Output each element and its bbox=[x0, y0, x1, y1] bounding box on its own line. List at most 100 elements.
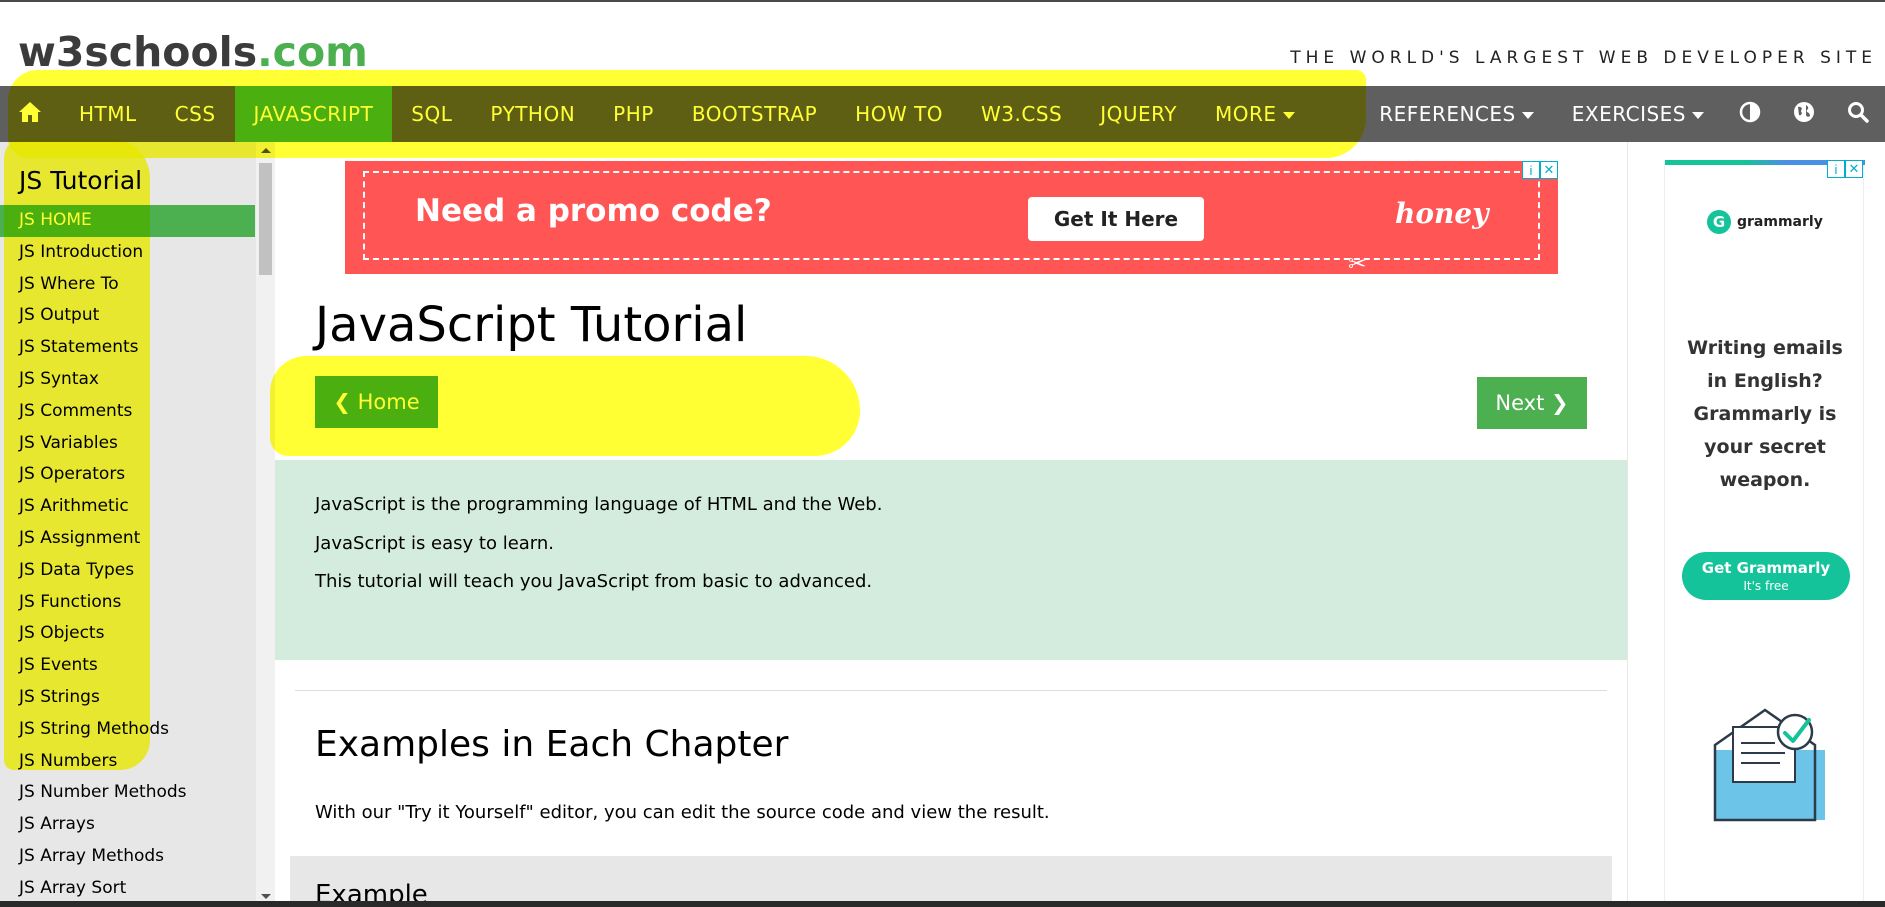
ad-info-icon[interactable]: i bbox=[1522, 161, 1540, 179]
nav-item-howto[interactable]: HOW TO bbox=[836, 86, 962, 142]
sidebar-item-array-methods[interactable]: JS Array Methods bbox=[0, 841, 255, 873]
sidebar-item-comments[interactable]: JS Comments bbox=[0, 396, 255, 428]
example-box: Example bbox=[290, 856, 1612, 907]
home-button[interactable]: ❮ Home bbox=[315, 376, 438, 428]
sidebar-item-data-types[interactable]: JS Data Types bbox=[0, 555, 255, 587]
sidebar-item-number-methods[interactable]: JS Number Methods bbox=[0, 777, 255, 809]
ad-message-line: your secret bbox=[1704, 436, 1826, 458]
sidebar-item-variables[interactable]: JS Variables bbox=[0, 428, 255, 460]
sidebar-item-numbers[interactable]: JS Numbers bbox=[0, 746, 255, 778]
promo-headline: Need a promo code? bbox=[415, 193, 772, 229]
promo-ad-banner[interactable]: Need a promo code? Get It Here honey ✂ i… bbox=[345, 161, 1558, 276]
theme-toggle-button[interactable] bbox=[1723, 86, 1777, 142]
main-content: Need a promo code? Get It Here honey ✂ i… bbox=[275, 142, 1627, 907]
ad-message: Writing emails in English? Grammarly is … bbox=[1665, 332, 1865, 497]
scissors-icon: ✂ bbox=[1348, 251, 1367, 276]
grammarly-g-icon: G bbox=[1707, 210, 1731, 234]
envelope-check-icon bbox=[1705, 705, 1830, 830]
nav-item-sql[interactable]: SQL bbox=[392, 86, 471, 142]
intro-line-3: This tutorial will teach you JavaScript … bbox=[315, 571, 873, 592]
nav-home[interactable] bbox=[0, 86, 60, 142]
get-grammarly-button[interactable]: Get Grammarly It's free bbox=[1682, 552, 1850, 600]
sidebar-item-operators[interactable]: JS Operators bbox=[0, 459, 255, 491]
nav-item-css[interactable]: CSS bbox=[156, 86, 235, 142]
caret-down-icon bbox=[1692, 111, 1704, 119]
sidebar-item-functions[interactable]: JS Functions bbox=[0, 587, 255, 619]
next-button[interactable]: Next ❯ bbox=[1477, 377, 1587, 429]
sidebar-item-statements[interactable]: JS Statements bbox=[0, 332, 255, 364]
sidebar-list: JS HOME JS Introduction JS Where To JS O… bbox=[0, 205, 255, 905]
scroll-down-arrow-icon[interactable] bbox=[261, 894, 271, 899]
sidebar-item-array-sort[interactable]: JS Array Sort bbox=[0, 873, 255, 905]
sidebar-scrollbar[interactable] bbox=[256, 142, 275, 907]
right-ad-column: i ✕ G grammarly Writing emails in Englis… bbox=[1627, 142, 1885, 907]
nav-item-exercises[interactable]: EXERCISES bbox=[1553, 86, 1723, 142]
nav-item-references[interactable]: REFERENCES bbox=[1360, 86, 1552, 142]
search-icon bbox=[1847, 101, 1869, 128]
ad-close-icon[interactable]: ✕ bbox=[1540, 161, 1558, 179]
caret-down-icon bbox=[1282, 111, 1295, 119]
sidebar: JS Tutorial JS HOME JS Introduction JS W… bbox=[0, 142, 275, 907]
intro-panel: JavaScript is the programming language o… bbox=[275, 460, 1627, 660]
sidebar-title: JS Tutorial bbox=[19, 166, 143, 195]
sidebar-item-arithmetic[interactable]: JS Arithmetic bbox=[0, 491, 255, 523]
home-icon bbox=[18, 101, 42, 128]
nav-more-label: MORE bbox=[1215, 102, 1277, 126]
nav-item-javascript[interactable]: JAVASCRIPT bbox=[234, 86, 393, 142]
sidebar-item-output[interactable]: JS Output bbox=[0, 300, 255, 332]
sidebar-item-assignment[interactable]: JS Assignment bbox=[0, 523, 255, 555]
site-logo[interactable]: w3schools.com bbox=[18, 28, 368, 76]
nav-item-python[interactable]: PYTHON bbox=[471, 86, 594, 142]
sidebar-item-objects[interactable]: JS Objects bbox=[0, 618, 255, 650]
site-header: w3schools.com THE WORLD'S LARGEST WEB DE… bbox=[0, 2, 1885, 86]
sidebar-item-introduction[interactable]: JS Introduction bbox=[0, 237, 255, 269]
ad-message-line: weapon. bbox=[1719, 469, 1811, 491]
top-navigation: HTML CSS JAVASCRIPT SQL PYTHON PHP BOOTS… bbox=[0, 86, 1885, 142]
get-it-here-button[interactable]: Get It Here bbox=[1028, 197, 1204, 241]
logo-tld: .com bbox=[257, 28, 368, 76]
sidebar-item-strings[interactable]: JS Strings bbox=[0, 682, 255, 714]
nav-exercises-label: EXERCISES bbox=[1571, 102, 1686, 126]
sidebar-item-syntax[interactable]: JS Syntax bbox=[0, 364, 255, 396]
sidebar-item-events[interactable]: JS Events bbox=[0, 650, 255, 682]
contrast-icon bbox=[1739, 101, 1761, 128]
nav-item-php[interactable]: PHP bbox=[594, 86, 673, 142]
grammarly-brand: grammarly bbox=[1737, 214, 1823, 230]
sidebar-item-arrays[interactable]: JS Arrays bbox=[0, 809, 255, 841]
ad-message-line: in English? bbox=[1707, 370, 1823, 392]
ad-message-line: Writing emails bbox=[1687, 337, 1843, 359]
grammarly-ad[interactable]: i ✕ G grammarly Writing emails in Englis… bbox=[1664, 160, 1865, 905]
caret-down-icon bbox=[1521, 111, 1534, 119]
page-title: JavaScript Tutorial bbox=[315, 297, 748, 353]
logo-main: w3schools bbox=[18, 28, 258, 76]
nav-item-more[interactable]: MORE bbox=[1196, 86, 1314, 142]
ad-choices[interactable]: i ✕ bbox=[1827, 160, 1863, 178]
sidebar-item-where-to[interactable]: JS Where To bbox=[0, 269, 255, 301]
bottom-border bbox=[0, 901, 1885, 907]
nav-item-html[interactable]: HTML bbox=[60, 86, 156, 142]
ad-close-icon[interactable]: ✕ bbox=[1845, 160, 1863, 178]
intro-line-1: JavaScript is the programming language o… bbox=[315, 494, 883, 515]
honey-logo: honey bbox=[1395, 197, 1489, 230]
ad-info-icon[interactable]: i bbox=[1827, 160, 1845, 178]
nav-item-jquery[interactable]: JQUERY bbox=[1081, 86, 1196, 142]
search-button[interactable] bbox=[1831, 86, 1885, 142]
cta-label: Get Grammarly bbox=[1701, 559, 1831, 577]
intro-line-2: JavaScript is easy to learn. bbox=[315, 533, 555, 554]
divider bbox=[295, 690, 1607, 691]
globe-icon bbox=[1793, 101, 1815, 128]
nav-item-w3css[interactable]: W3.CSS bbox=[962, 86, 1081, 142]
sidebar-item-string-methods[interactable]: JS String Methods bbox=[0, 714, 255, 746]
site-tagline: THE WORLD'S LARGEST WEB DEVELOPER SITE bbox=[1290, 48, 1877, 68]
nav-references-label: REFERENCES bbox=[1379, 102, 1516, 126]
translate-button[interactable] bbox=[1777, 86, 1831, 142]
sidebar-item-js-home[interactable]: JS HOME bbox=[0, 205, 255, 237]
sidebar-scroll-thumb[interactable] bbox=[259, 163, 272, 275]
scroll-up-arrow-icon[interactable] bbox=[261, 148, 271, 153]
nav-item-bootstrap[interactable]: BOOTSTRAP bbox=[673, 86, 836, 142]
cta-sublabel: It's free bbox=[1743, 579, 1789, 593]
ad-choices[interactable]: i ✕ bbox=[1522, 161, 1558, 179]
section-title: Examples in Each Chapter bbox=[315, 724, 789, 765]
ad-message-line: Grammarly is bbox=[1693, 403, 1837, 425]
nav-right-group: REFERENCES EXERCISES bbox=[1360, 86, 1885, 142]
